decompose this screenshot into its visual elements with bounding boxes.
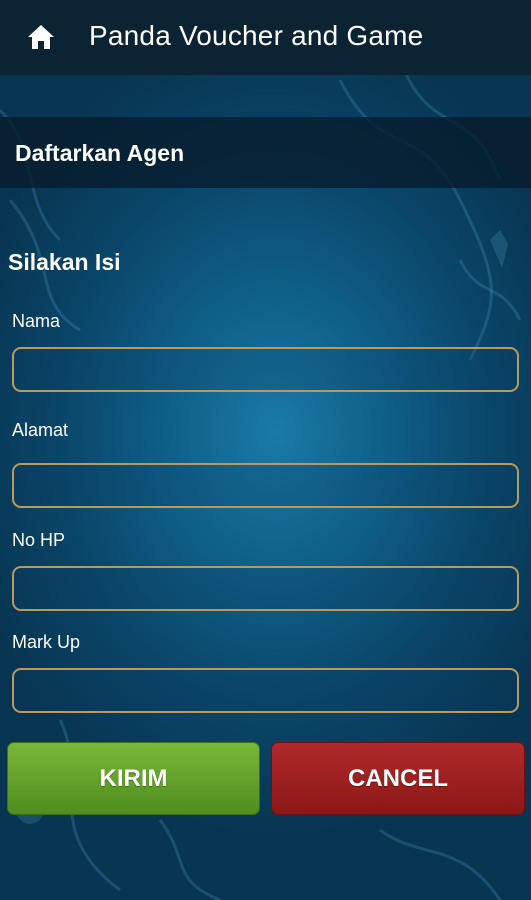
- kirim-button[interactable]: KIRIM: [7, 742, 260, 815]
- section-title: Daftarkan Agen: [15, 140, 185, 166]
- home-icon: [28, 25, 54, 49]
- app-title: Panda Voucher and Game: [89, 20, 424, 51]
- alamat-label: Alamat: [12, 420, 69, 440]
- mark-up-label: Mark Up: [12, 632, 81, 652]
- mark-up-input[interactable]: [12, 668, 519, 713]
- alamat-input[interactable]: [12, 463, 519, 508]
- cancel-button[interactable]: CANCEL: [271, 742, 525, 815]
- home-button[interactable]: [24, 20, 58, 54]
- no-hp-label: No HP: [12, 530, 66, 550]
- app-bar: Panda Voucher and Game: [0, 0, 531, 75]
- section-header: Daftarkan Agen: [0, 117, 531, 188]
- nama-input[interactable]: [12, 347, 519, 392]
- nama-label: Nama: [12, 311, 61, 331]
- no-hp-input[interactable]: [12, 566, 519, 611]
- form-heading: Silakan Isi: [8, 249, 121, 275]
